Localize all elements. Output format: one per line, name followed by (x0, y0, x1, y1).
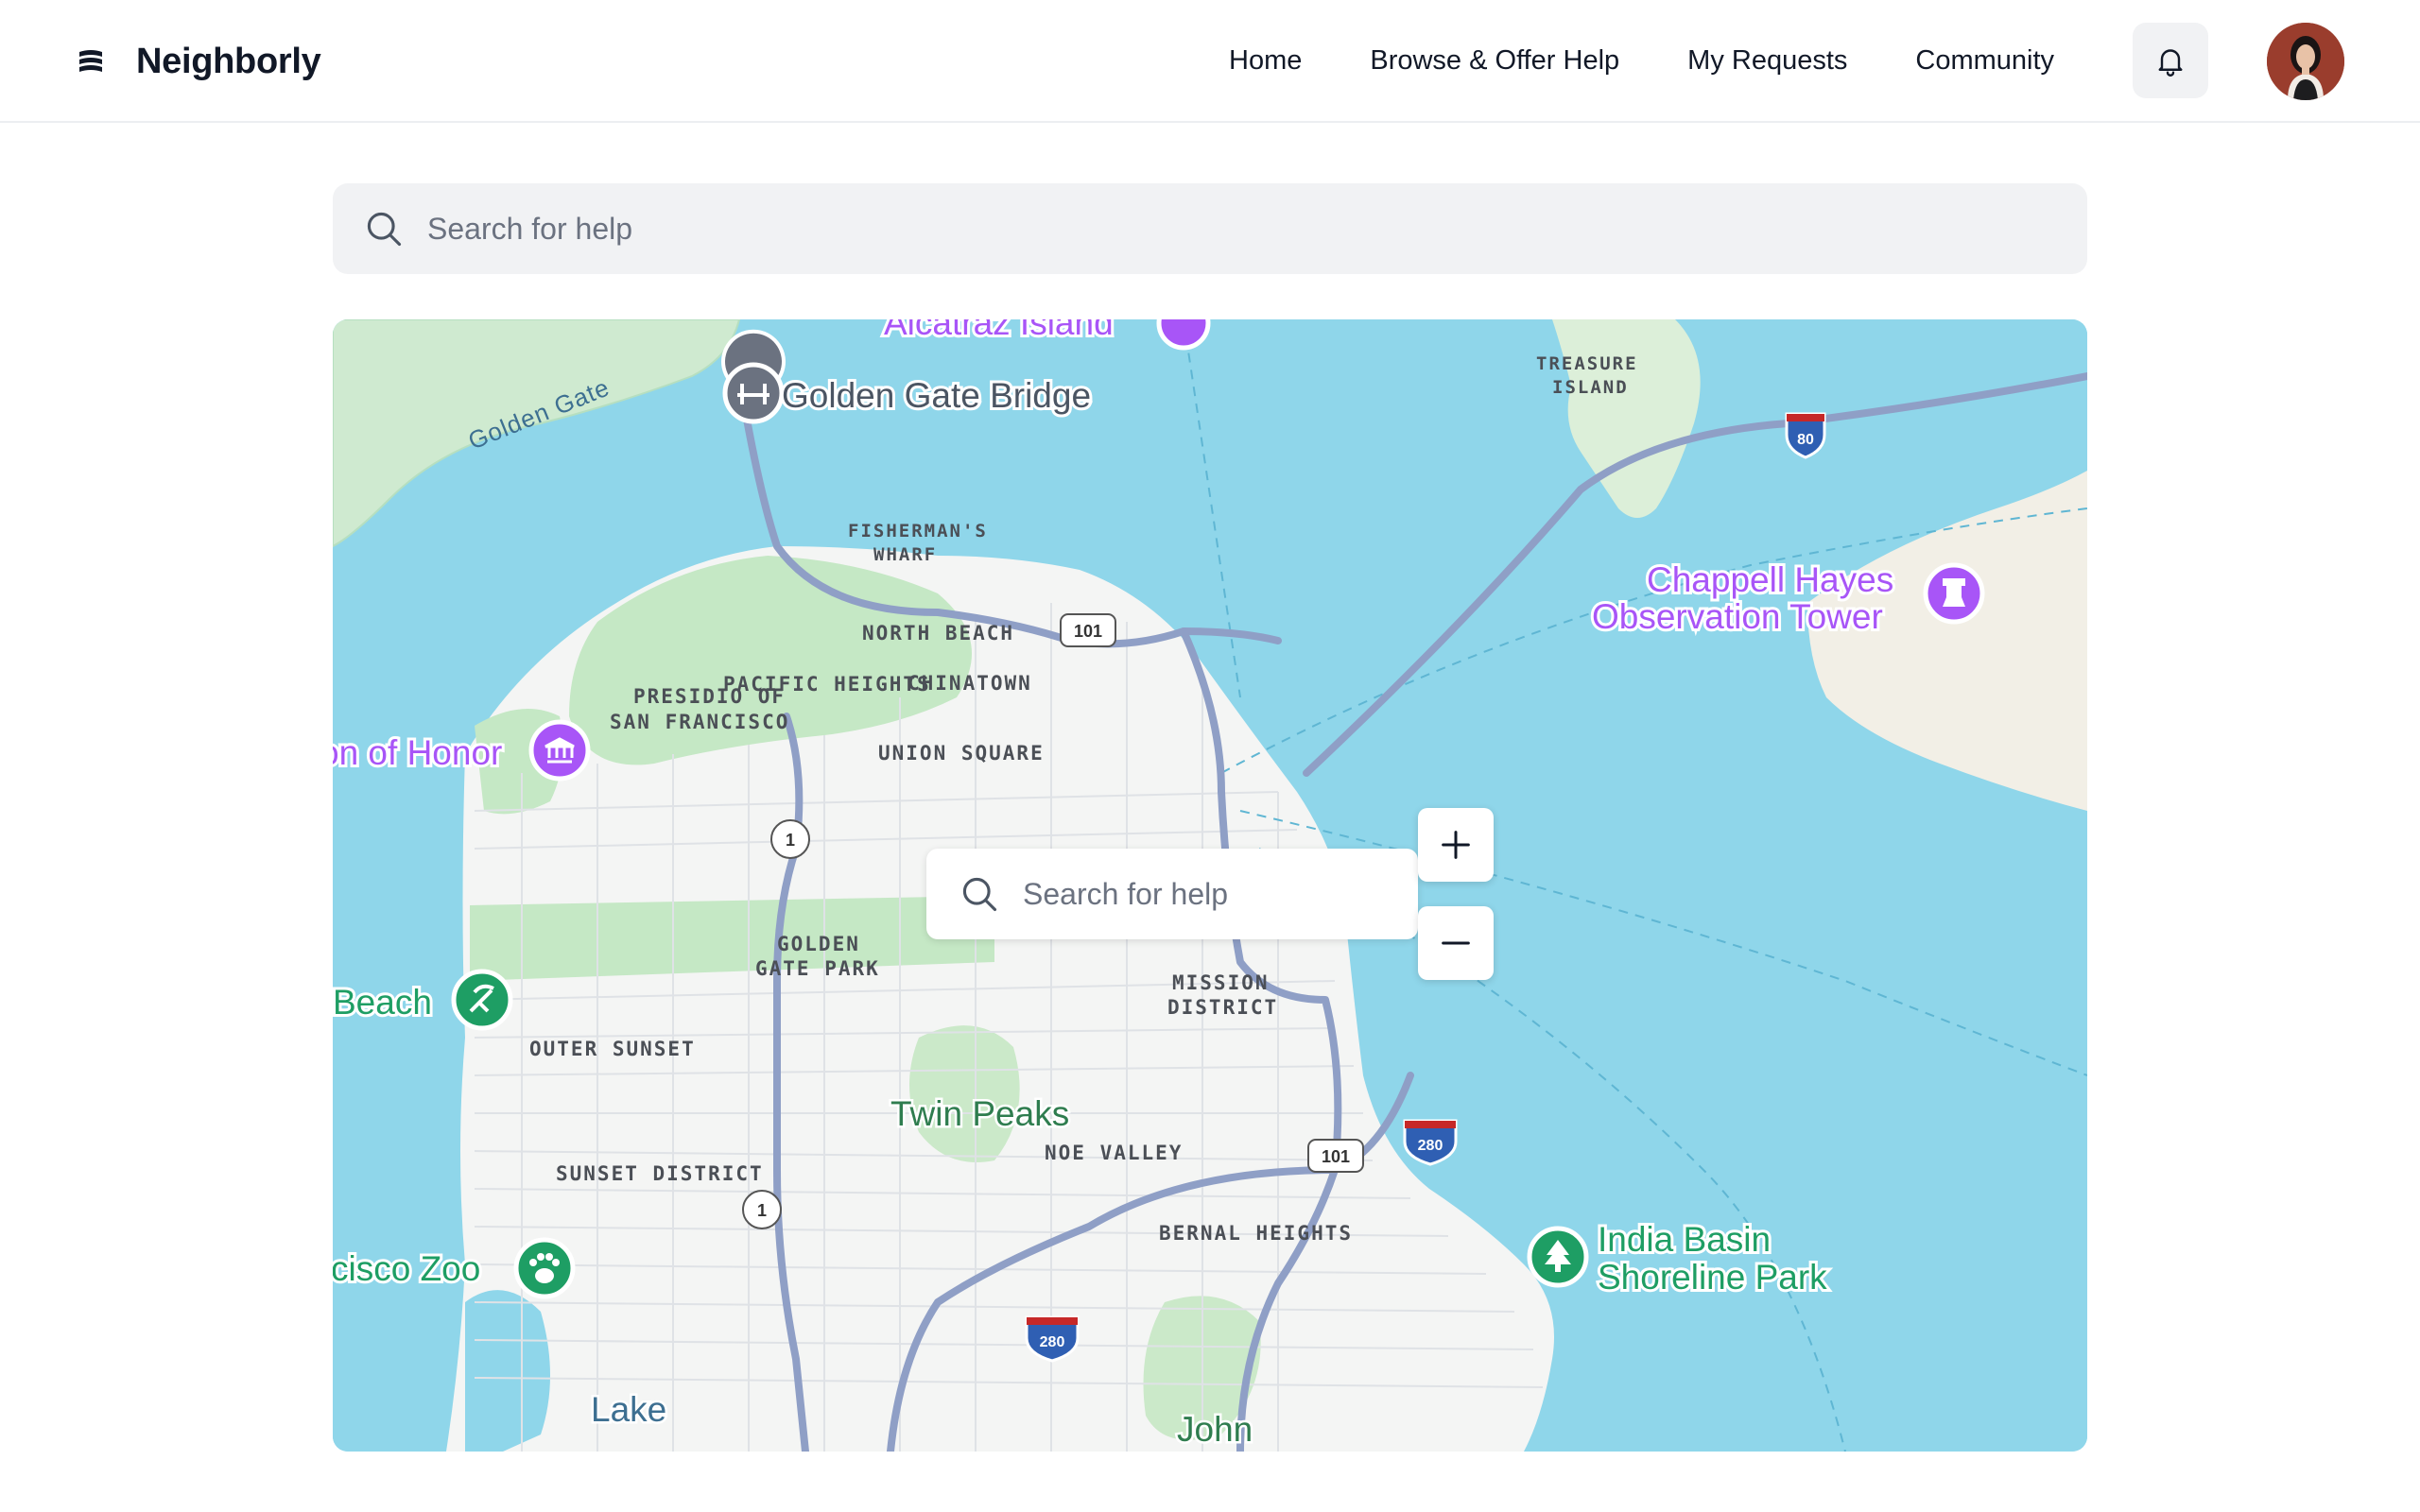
neighborly-logo-icon (79, 50, 102, 72)
avatar-portrait-icon (2267, 23, 2344, 100)
label-twin-peaks: Twin Peaks (890, 1094, 1069, 1133)
shield-sr1-south: 1 (742, 1190, 782, 1229)
label-mission-1: MISSION (1172, 971, 1270, 994)
label-treasure-island-1: TREASURE (1536, 353, 1638, 374)
label-chinatown: CHINATOWN (908, 672, 1032, 695)
label-north-beach: NORTH BEACH (862, 622, 1014, 644)
svg-text:280: 280 (1418, 1138, 1443, 1154)
zoom-in-button[interactable] (1418, 808, 1494, 882)
label-golden-gate-park-2: GATE PARK (755, 957, 880, 980)
nav-community[interactable]: Community (1915, 45, 2054, 77)
label-presidio-1: PRESIDIO OF (633, 685, 786, 708)
plus-icon (1442, 831, 1470, 859)
svg-text:280: 280 (1040, 1334, 1065, 1350)
shield-us101-south: 101 (1307, 1139, 1364, 1173)
label-presidio-2: SAN FRANCISCO (610, 711, 789, 733)
poi-chappell-label-1: Chappell Hayes (1647, 560, 1893, 599)
zoom-out-button[interactable] (1418, 906, 1494, 980)
poi-chappell-label-2: Observation Tower (1592, 597, 1883, 636)
svg-text:101: 101 (1074, 622, 1102, 641)
shield-i80: 80 (1785, 412, 1826, 459)
nav-browse-offer-help[interactable]: Browse & Offer Help (1370, 45, 1619, 77)
label-sunset-district: SUNSET DISTRICT (556, 1162, 764, 1185)
label-john: John (1177, 1410, 1253, 1449)
svg-text:1: 1 (786, 831, 795, 850)
search-icon (962, 877, 997, 912)
top-navbar: Neighborly Home Browse & Offer Help My R… (0, 0, 2420, 123)
label-treasure-island-2: ISLAND (1552, 377, 1629, 398)
map-view[interactable]: Golden Gate FISHERMAN'S WHARF TREASURE I… (333, 319, 2087, 1452)
poi-india-label-2: Shoreline Park (1598, 1258, 1827, 1297)
label-fishermans-wharf-2: WHARF (873, 544, 937, 565)
poi-legion-label: on of Honor (333, 733, 502, 772)
label-union-square: UNION SQUARE (878, 742, 1045, 765)
notifications-button[interactable] (2133, 23, 2208, 98)
minus-icon (1442, 941, 1470, 945)
label-mission-2: DISTRICT (1167, 996, 1278, 1019)
shield-sr1-north: 1 (770, 819, 810, 859)
label-noe-valley: NOE VALLEY (1045, 1142, 1183, 1164)
svg-text:1: 1 (757, 1201, 767, 1220)
map-search-input[interactable] (1021, 875, 1399, 913)
label-outer-sunset: OUTER SUNSET (529, 1038, 696, 1060)
svg-text:101: 101 (1322, 1147, 1350, 1166)
search-icon (367, 212, 402, 247)
shield-us101-north: 101 (1060, 613, 1116, 647)
label-fishermans-wharf-1: FISHERMAN'S (848, 521, 988, 541)
poi-india-label-1: India Basin (1598, 1220, 1771, 1259)
poi-beach-label: Beach (333, 983, 432, 1022)
main-nav: Home Browse & Offer Help My Requests Com… (1229, 40, 2054, 81)
brand[interactable]: Neighborly (76, 36, 321, 87)
label-lake: Lake (591, 1390, 666, 1429)
label-golden-gate-park-1: GOLDEN (777, 933, 860, 955)
search-bar[interactable] (333, 183, 2087, 274)
nav-home[interactable]: Home (1229, 45, 1302, 77)
nav-my-requests[interactable]: My Requests (1687, 45, 1847, 77)
svg-text:80: 80 (1797, 432, 1814, 448)
map-search-bar[interactable] (926, 849, 1418, 939)
brand-name: Neighborly (136, 41, 321, 81)
poi-golden-gate-bridge-label: Golden Gate Bridge (782, 376, 1091, 415)
user-avatar[interactable] (2267, 23, 2344, 100)
label-bernal-heights: BERNAL HEIGHTS (1159, 1222, 1353, 1245)
poi-zoo-label: cisco Zoo (333, 1249, 480, 1288)
poi-alcatraz-label: Alcatraz Island (884, 319, 1114, 342)
search-input[interactable] (425, 210, 2032, 248)
bell-icon (2158, 49, 2183, 77)
